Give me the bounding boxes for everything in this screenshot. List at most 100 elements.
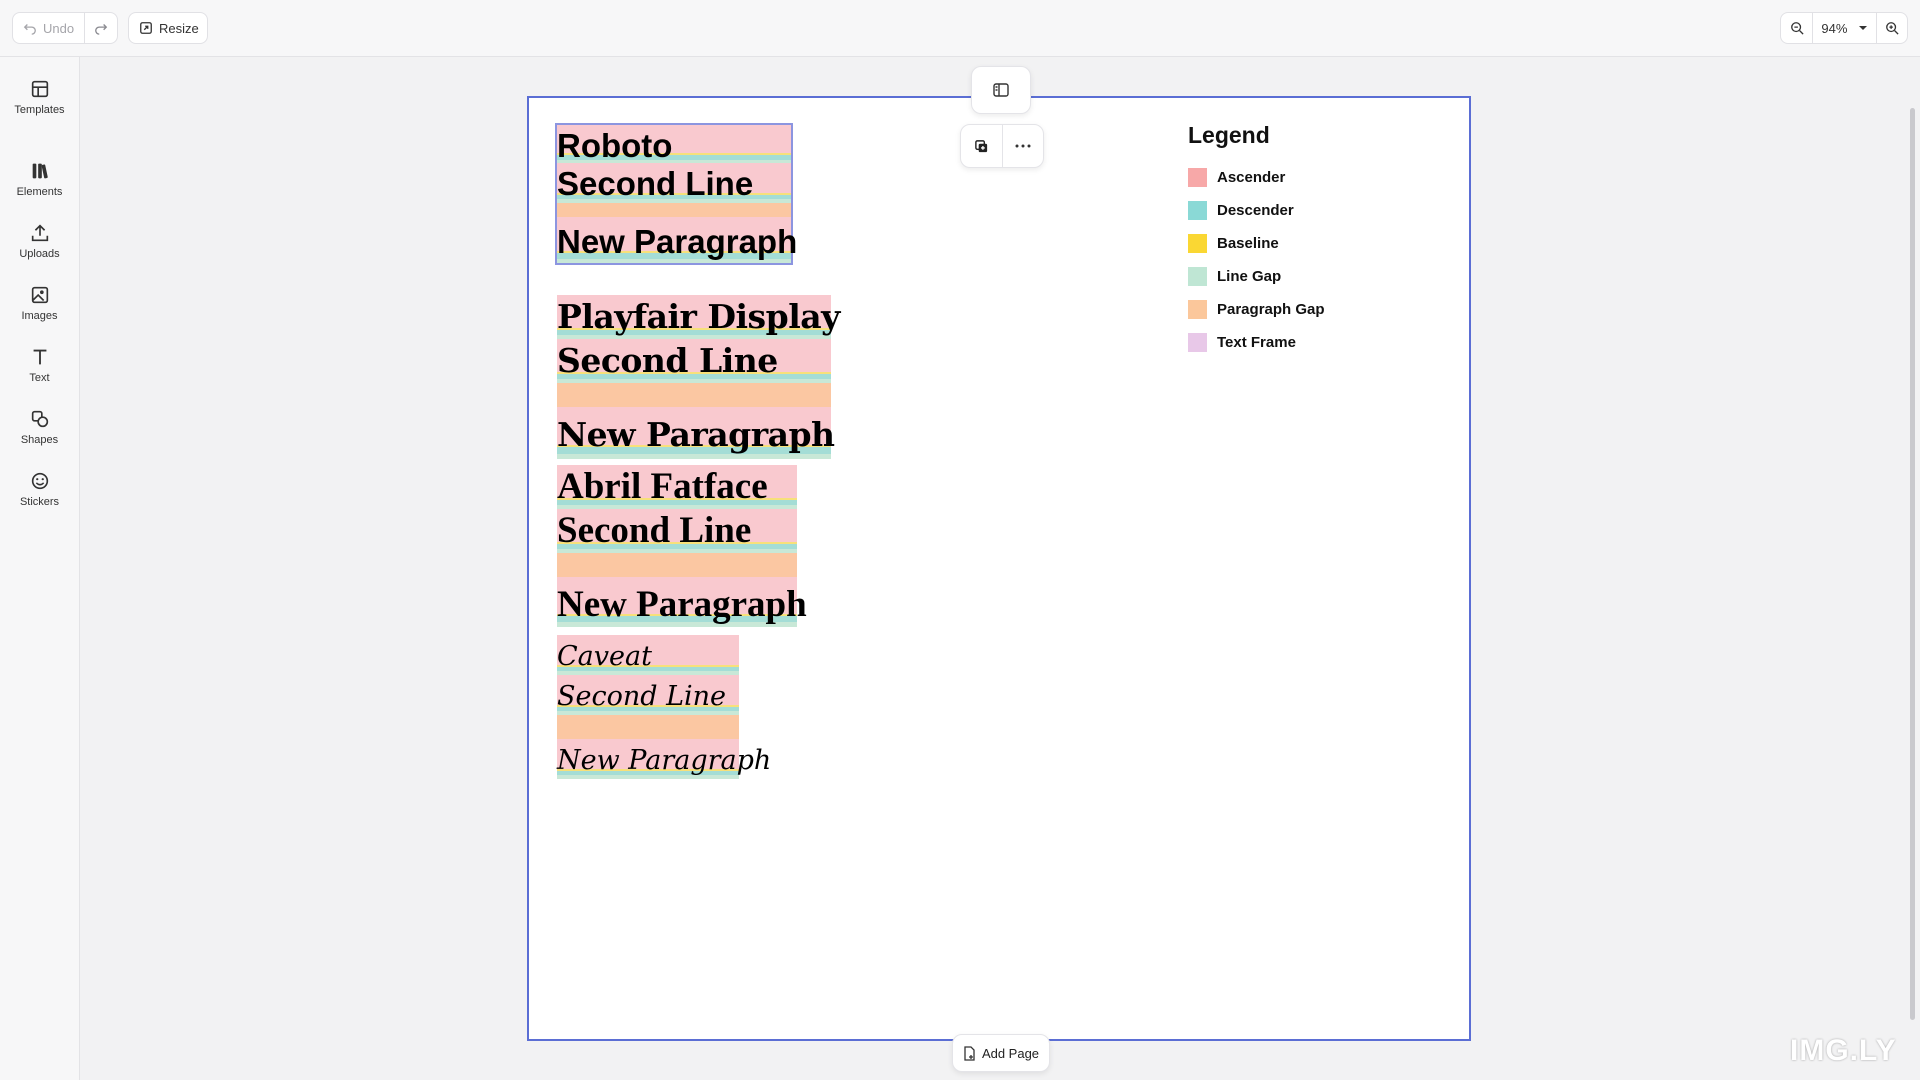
paragraph-gap-band bbox=[557, 715, 739, 739]
text-line: New Paragraph bbox=[557, 217, 797, 263]
legend-item-text-frame: Text Frame bbox=[1188, 326, 1388, 359]
text-line-content: Abril Fatface bbox=[557, 466, 768, 507]
legend-item-descender: Descender bbox=[1188, 194, 1388, 227]
legend-swatch bbox=[1188, 168, 1207, 187]
text-line: New Paragraph bbox=[557, 577, 807, 627]
text-block-caveat[interactable]: Caveat Second Line New Paragraph bbox=[557, 635, 771, 779]
block-actions-toolbar bbox=[960, 124, 1044, 168]
sidebar-item-label: Text bbox=[29, 372, 50, 384]
legend-item-baseline: Baseline bbox=[1188, 227, 1388, 260]
sidebar-item-elements[interactable]: Elements bbox=[0, 151, 79, 207]
resize-icon bbox=[140, 22, 152, 34]
zoom-out-icon bbox=[1790, 22, 1804, 35]
resize-button-content: Resize bbox=[129, 13, 207, 43]
add-page-icon bbox=[964, 1045, 975, 1061]
sidebar-item-images[interactable]: Images bbox=[0, 275, 79, 331]
paragraph-gap-band bbox=[557, 203, 791, 217]
legend-item-paragraph-gap: Paragraph Gap bbox=[1188, 293, 1388, 326]
paragraph-gap-band bbox=[557, 383, 831, 407]
text-line-content: New Paragraph bbox=[557, 584, 807, 625]
line-gap-band bbox=[557, 453, 831, 459]
panel-toggle-button[interactable] bbox=[971, 66, 1031, 114]
chevron-down-icon bbox=[1858, 26, 1867, 30]
zoom-in-button[interactable] bbox=[1875, 13, 1907, 43]
text-line-content: Second Line bbox=[557, 165, 754, 202]
legend-label: Ascender bbox=[1217, 169, 1286, 186]
legend-swatch bbox=[1188, 267, 1207, 286]
sidebar-item-label: Shapes bbox=[20, 434, 59, 446]
text-line: Second Line bbox=[557, 163, 791, 203]
legend-label: Line Gap bbox=[1217, 268, 1282, 285]
vertical-scrollbar[interactable] bbox=[1910, 108, 1915, 1020]
more-options-button[interactable] bbox=[1001, 125, 1044, 167]
sidebar-item-label: Templates bbox=[14, 104, 65, 116]
undo-icon bbox=[23, 24, 36, 35]
legend-item-ascender: Ascender bbox=[1188, 161, 1388, 194]
text-line-content: Playfair Display bbox=[557, 297, 840, 336]
more-icon bbox=[1015, 144, 1031, 148]
sidebar-item-label: Elements bbox=[16, 186, 63, 198]
sidebar-item-text[interactable]: Text bbox=[0, 337, 79, 393]
paragraph-gap-band bbox=[557, 553, 797, 577]
sidebar-item-stickers[interactable]: Stickers bbox=[0, 461, 79, 517]
zoom-value: 94% bbox=[1821, 20, 1848, 36]
templates-icon bbox=[31, 80, 48, 98]
legend-swatch bbox=[1188, 300, 1207, 319]
legend-label: Descender bbox=[1217, 202, 1294, 219]
brand-watermark: IMG.LY bbox=[1790, 1034, 1897, 1067]
text-line: Abril Fatface bbox=[557, 465, 797, 509]
resize-button[interactable]: Resize bbox=[128, 12, 208, 44]
text-line-content: Second Line bbox=[557, 681, 727, 712]
text-line: Roboto bbox=[557, 125, 791, 164]
panel-icon bbox=[993, 83, 1009, 97]
legend-swatch bbox=[1188, 234, 1207, 253]
duplicate-button[interactable] bbox=[961, 125, 1002, 167]
text-line: Caveat bbox=[557, 635, 739, 675]
text-block-abril-fatface[interactable]: Abril Fatface Second Line New Paragraph bbox=[557, 465, 807, 627]
text-block-roboto[interactable]: Roboto Second Line New Paragraph bbox=[555, 123, 797, 265]
zoom-out-button[interactable] bbox=[1781, 13, 1812, 43]
text-line-content: New Paragraph bbox=[557, 415, 835, 454]
text-line: Second Line bbox=[557, 509, 797, 553]
text-block-playfair-display[interactable]: Playfair Display Second Line New Paragraph bbox=[557, 295, 840, 459]
sidebar-item-templates[interactable]: Templates bbox=[0, 69, 79, 125]
sidebar-item-uploads[interactable]: Uploads bbox=[0, 213, 79, 269]
legend-swatch bbox=[1188, 201, 1207, 220]
add-page-button[interactable]: Add Page bbox=[952, 1034, 1050, 1072]
text-line: Second Line bbox=[557, 675, 739, 715]
text-line-content: New Paragraph bbox=[557, 223, 798, 260]
undo-label: Undo bbox=[43, 20, 75, 36]
zoom-controls: 94% bbox=[1780, 12, 1908, 44]
top-toolbar: Undo Resize 94% bbox=[0, 0, 1920, 57]
sidebar-item-label: Uploads bbox=[19, 248, 60, 260]
text-line-content: Second Line bbox=[557, 510, 752, 551]
redo-icon bbox=[95, 24, 108, 35]
text-line-content: Caveat bbox=[557, 641, 652, 672]
text-line-content: New Paragraph bbox=[557, 745, 772, 776]
legend-title: Legend bbox=[1188, 122, 1270, 148]
text-line: New Paragraph bbox=[557, 739, 771, 779]
add-page-label: Add Page bbox=[981, 1045, 1040, 1061]
legend-item-line-gap: Line Gap bbox=[1188, 260, 1388, 293]
sidebar-item-shapes[interactable]: Shapes bbox=[0, 399, 79, 455]
undo-redo-group: Undo bbox=[12, 12, 118, 44]
text-line: New Paragraph bbox=[557, 407, 835, 459]
text-icon bbox=[33, 349, 46, 365]
legend-label: Baseline bbox=[1217, 235, 1279, 252]
text-line: Playfair Display bbox=[557, 295, 840, 339]
elements-icon bbox=[32, 163, 48, 179]
legend-swatch bbox=[1188, 333, 1207, 352]
sidebar-item-label: Images bbox=[21, 310, 58, 322]
zoom-in-icon bbox=[1885, 22, 1899, 35]
zoom-select[interactable]: 94% bbox=[1812, 13, 1875, 43]
legend-label: Paragraph Gap bbox=[1217, 301, 1325, 318]
left-sidebar: Templates Elements Uploads Images Text S… bbox=[0, 57, 80, 1080]
text-line-content: Roboto bbox=[557, 127, 673, 164]
sticker-icon bbox=[31, 472, 48, 490]
shapes-icon bbox=[31, 410, 48, 428]
redo-button[interactable] bbox=[84, 13, 117, 43]
text-line-content: Second Line bbox=[557, 341, 778, 380]
duplicate-icon bbox=[974, 139, 987, 152]
undo-button[interactable]: Undo bbox=[13, 13, 84, 43]
legend: Legend Ascender Descender Baseline Line … bbox=[1188, 122, 1388, 359]
